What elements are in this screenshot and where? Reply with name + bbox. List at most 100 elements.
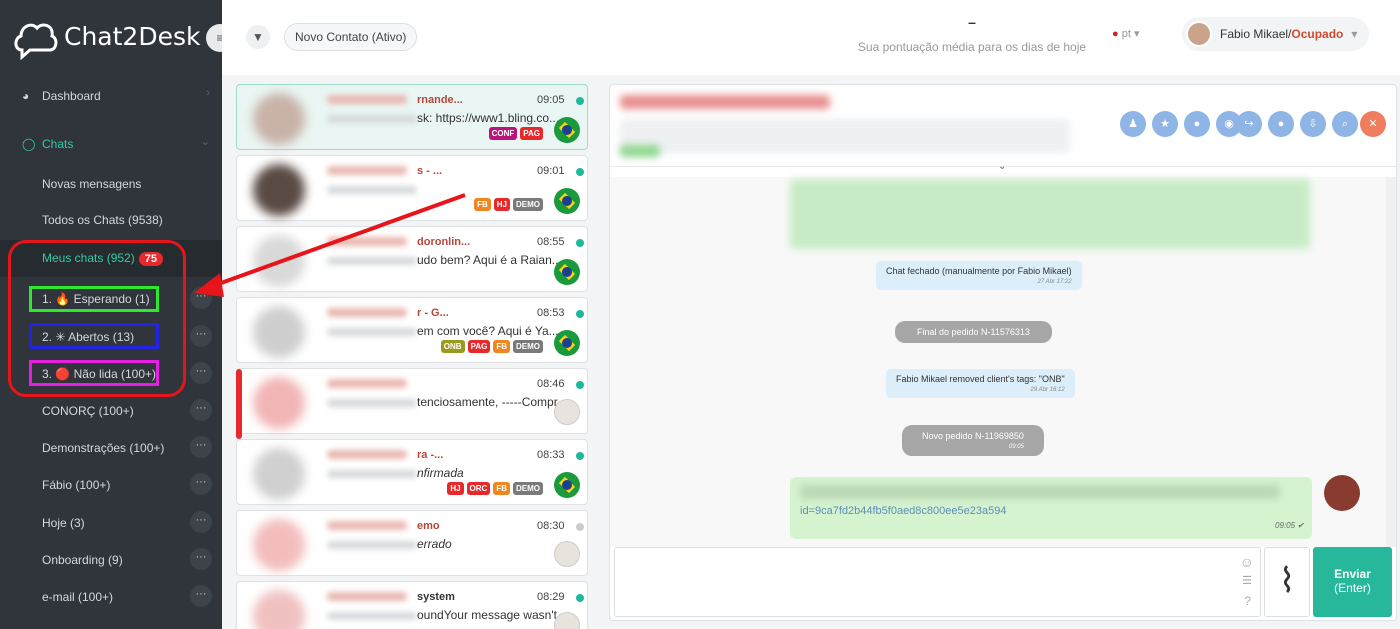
chat-tag: FB bbox=[493, 482, 510, 495]
brazil-flag-icon bbox=[554, 259, 580, 285]
chat-list-item[interactable]: tenciosamente, -----Compr... 08:46 bbox=[236, 368, 588, 434]
more-options-button[interactable]: ··· bbox=[190, 473, 212, 495]
search-icon[interactable]: ⌕ bbox=[1332, 111, 1358, 137]
chat-tag: PAG bbox=[520, 127, 543, 140]
message-link[interactable]: id=9ca7fd2b44fb5f0aed8c800ee5e23a594 bbox=[800, 505, 1006, 517]
chevron-down-icon[interactable]: ⌄ bbox=[998, 161, 1006, 172]
chat-tag: HJ bbox=[447, 482, 464, 495]
status-dot bbox=[576, 452, 584, 460]
more-options-button[interactable]: ··· bbox=[190, 511, 212, 533]
chat-time: 08:33 bbox=[537, 449, 565, 461]
chat-tag: ORC bbox=[466, 482, 491, 495]
message-input[interactable]: ☺ ☰ ? bbox=[614, 547, 1261, 617]
system-message-text: Novo pedido N-11969850 bbox=[922, 431, 1024, 441]
chat-name: ra -... bbox=[417, 449, 444, 461]
logo[interactable]: Chat2Desk bbox=[0, 0, 222, 75]
chat-tags: FB HJ DEMO bbox=[474, 198, 543, 211]
chat-tag: DEMO bbox=[513, 340, 543, 353]
filter-icon[interactable]: ▼ bbox=[246, 25, 270, 49]
more-options-button[interactable]: ··· bbox=[190, 325, 212, 347]
status-dot bbox=[576, 594, 584, 602]
avatar bbox=[253, 519, 305, 571]
more-options-button[interactable]: ··· bbox=[190, 585, 212, 607]
chat-tags: HJ ORC FB DEMO bbox=[447, 482, 543, 495]
chat-panel: ♟ ★ ● ◉ ↪ ● ⇩ ⌕ ✕ ⌄ Chat fechado (manual… bbox=[609, 84, 1397, 621]
chat-bubble-icon: ◯ bbox=[22, 137, 36, 151]
brand-name: Chat2Desk bbox=[64, 22, 201, 51]
avatar bbox=[253, 590, 305, 629]
chat-tag: FB bbox=[493, 340, 510, 353]
brazil-flag-icon bbox=[554, 117, 580, 143]
unread-indicator bbox=[236, 369, 242, 439]
top-bar: ▼ Novo Contato (Ativo) – Sua pontuação m… bbox=[222, 0, 1400, 75]
sidebar-item-fabio[interactable]: Fábio (100+) bbox=[0, 466, 222, 503]
chat-preview: tenciosamente, -----Compr... bbox=[417, 395, 565, 409]
chat-name: r - G... bbox=[417, 307, 449, 319]
sidebar-item-label: e-mail (100+) bbox=[42, 589, 114, 604]
contact-name-hidden bbox=[327, 592, 407, 601]
more-options-button[interactable]: ··· bbox=[190, 399, 212, 421]
chat-name: emo bbox=[417, 520, 440, 532]
scrollbar[interactable] bbox=[1386, 177, 1396, 547]
chat-preview: oundYour message wasn't... bbox=[417, 608, 565, 622]
status-dot bbox=[576, 310, 584, 318]
more-options-button[interactable]: ··· bbox=[190, 548, 212, 570]
sidebar-item-label: Onboarding (9) bbox=[42, 552, 123, 567]
brazil-flag-icon bbox=[554, 330, 580, 356]
emoji-icon[interactable]: ☺ bbox=[1240, 554, 1254, 570]
preview-hidden bbox=[327, 115, 417, 123]
language-label: pt bbox=[1121, 28, 1131, 40]
chevron-right-icon: › bbox=[206, 87, 210, 99]
send-hint: (Enter) bbox=[1334, 581, 1371, 595]
chat-list-item[interactable]: system oundYour message wasn't... 08:29 bbox=[236, 581, 588, 629]
nav-chats[interactable]: ◯ Chats ⌄ bbox=[0, 125, 222, 162]
more-options-button[interactable]: ··· bbox=[190, 436, 212, 458]
record-icon[interactable]: ● bbox=[1268, 111, 1294, 137]
send-button[interactable]: Enviar (Enter) bbox=[1313, 547, 1392, 617]
language-select[interactable]: ● pt ▾ bbox=[1112, 27, 1139, 40]
sidebar-item-conorc[interactable]: CONORÇ (100+) bbox=[0, 392, 222, 429]
sidebar-item-hoje[interactable]: Hoje (3) bbox=[0, 504, 222, 541]
close-icon[interactable]: ✕ bbox=[1360, 111, 1386, 137]
filter-chip[interactable]: Novo Contato (Ativo) bbox=[284, 23, 418, 51]
sidebar-item-demonstracoes[interactable]: Demonstrações (100+) bbox=[0, 429, 222, 466]
avatar bbox=[554, 541, 580, 567]
chevron-down-icon: ▾ bbox=[1351, 27, 1358, 41]
comment-icon[interactable]: ● bbox=[1184, 111, 1210, 137]
nav-chats-label: Chats bbox=[42, 136, 74, 151]
chat-list-item[interactable]: rnande... sk: https://www1.bling.co... 09:… bbox=[236, 84, 588, 150]
status-dot bbox=[576, 97, 584, 105]
user-icon[interactable]: ♟ bbox=[1120, 111, 1146, 137]
dashboard-icon: ◕ bbox=[22, 89, 30, 103]
more-options-button[interactable]: ··· bbox=[190, 362, 212, 384]
message-timestamp: 09:05 bbox=[1008, 444, 1024, 450]
brazil-flag-icon bbox=[554, 472, 580, 498]
chat-preview: em com você? Aqui é Ya... bbox=[417, 324, 559, 338]
user-name: Fabio Mikael bbox=[1220, 27, 1289, 41]
chat-time: 08:30 bbox=[537, 520, 565, 532]
chat-list-item[interactable]: ra -... nfirmada 08:33 HJ ORC FB DEMO bbox=[236, 439, 588, 505]
download-icon[interactable]: ⇩ bbox=[1300, 111, 1326, 137]
sidebar-item-label: Fábio (100+) bbox=[42, 477, 111, 492]
status-dot bbox=[576, 168, 584, 176]
chat-time: 08:46 bbox=[537, 378, 565, 390]
chat-tags: ONB PAG FB DEMO bbox=[440, 340, 543, 353]
attach-file-button[interactable]: ⌇ bbox=[1264, 547, 1310, 617]
star-icon[interactable]: ★ bbox=[1152, 111, 1178, 137]
sidebar-item-onboarding[interactable]: Onboarding (9) bbox=[0, 541, 222, 578]
contact-name bbox=[620, 95, 830, 109]
sidebar-item-email[interactable]: e-mail (100+) bbox=[0, 578, 222, 615]
chat-tag: CONF bbox=[488, 127, 518, 140]
chevron-down-icon: ⌄ bbox=[200, 136, 210, 148]
help-icon[interactable]: ? bbox=[1244, 594, 1251, 608]
chat-time: 09:05 bbox=[537, 94, 565, 106]
score-value: – bbox=[968, 14, 976, 30]
user-menu[interactable]: Fabio Mikael / Ocupado ▾ bbox=[1182, 17, 1370, 51]
chat-list-item[interactable]: emo errado 08:30 bbox=[236, 510, 588, 576]
sidebar: Chat2Desk ≡ ◕ Dashboard › ◯ Chats ⌄ Nova… bbox=[0, 0, 234, 629]
nav-dashboard[interactable]: ◕ Dashboard › bbox=[0, 77, 222, 114]
list-icon[interactable]: ☰ bbox=[1242, 574, 1252, 587]
share-icon[interactable]: ↪ bbox=[1236, 111, 1262, 137]
system-message-text: Fabio Mikael removed client's tags: "ONB… bbox=[896, 374, 1065, 384]
chat-list-item[interactable]: r - G... em com você? Aqui é Ya... 08:53 ON… bbox=[236, 297, 588, 363]
